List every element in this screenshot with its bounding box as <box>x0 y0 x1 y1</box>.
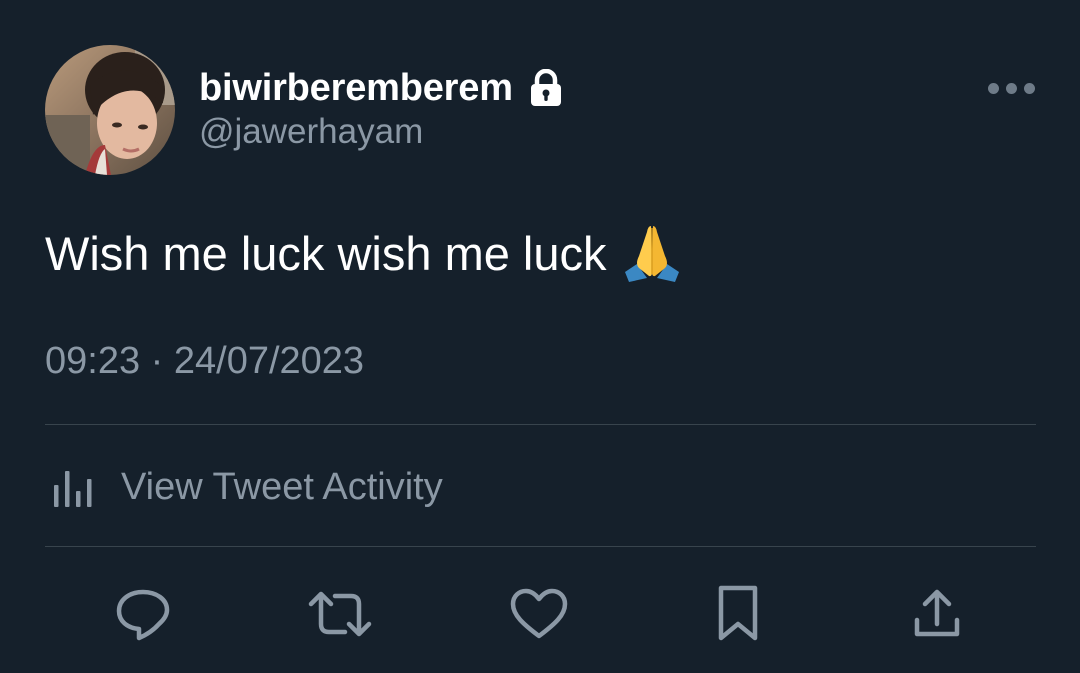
like-button[interactable] <box>507 582 571 646</box>
retweet-button[interactable] <box>308 582 372 646</box>
display-name[interactable]: biwirberemberem <box>199 67 513 110</box>
divider <box>45 546 1036 547</box>
view-tweet-activity-link[interactable]: View Tweet Activity <box>45 448 443 526</box>
retweet-icon <box>307 586 373 642</box>
more-dot-icon <box>1005 82 1017 94</box>
divider <box>45 424 1036 425</box>
more-dot-icon <box>987 82 999 94</box>
heart-icon <box>509 586 569 642</box>
display-name-row[interactable]: biwirberemberem <box>199 64 563 112</box>
bar-chart-icon <box>45 459 101 515</box>
bookmark-icon <box>713 584 763 644</box>
tweet-detail: biwirberemberem @jawerhayam Wish me luck… <box>0 0 1080 673</box>
share-button[interactable] <box>905 582 969 646</box>
more-options-button[interactable] <box>978 70 1044 106</box>
avatar[interactable] <box>45 45 175 175</box>
tweet-timestamp[interactable]: 09:23 · 24/07/2023 <box>45 340 364 383</box>
lock-icon <box>529 68 563 107</box>
more-dot-icon <box>1023 82 1035 94</box>
user-handle[interactable]: @jawerhayam <box>199 112 423 152</box>
upload-icon <box>909 586 965 642</box>
speech-bubble-icon <box>113 586 173 642</box>
tweet-text: Wish me luck wish me luck <box>45 222 683 284</box>
bookmark-button[interactable] <box>706 582 770 646</box>
reply-button[interactable] <box>111 582 175 646</box>
view-tweet-activity-label[interactable]: View Tweet Activity <box>121 466 443 509</box>
avatar-photo <box>45 45 175 175</box>
tweet-text-content: Wish me luck wish me luck <box>45 226 607 280</box>
pray-emoji-icon <box>621 222 683 284</box>
